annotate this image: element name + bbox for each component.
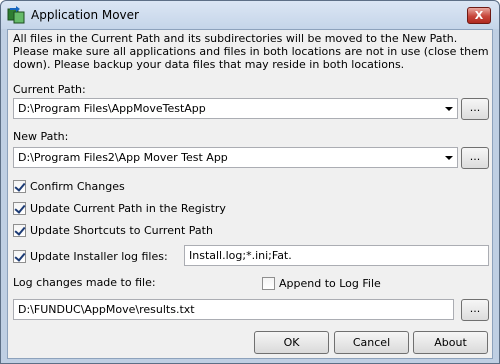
append-log-option[interactable]: Append to Log File (262, 275, 381, 291)
current-path-combobox[interactable]: D:\Program Files\AppMoveTestApp (13, 98, 458, 119)
new-path-combobox[interactable]: D:\Program Files2\App Mover Test App (13, 147, 458, 168)
close-button[interactable]: X (467, 7, 491, 24)
update-shortcuts-label: Update Shortcuts to Current Path (30, 223, 213, 237)
confirm-changes-option[interactable]: Confirm Changes (13, 178, 125, 194)
chevron-down-icon[interactable] (445, 107, 453, 111)
update-registry-label: Update Current Path in the Registry (30, 201, 226, 215)
info-text: All files in the Current Path and its su… (13, 32, 489, 71)
new-path-browse-button[interactable]: ... (461, 147, 489, 169)
update-shortcuts-option[interactable]: Update Shortcuts to Current Path (13, 222, 213, 238)
window-title: Application Mover (31, 8, 139, 22)
app-mover-icon (7, 6, 25, 24)
log-file-browse-button[interactable]: ... (461, 299, 489, 321)
application-mover-window: Application Mover X All files in the Cur… (0, 0, 500, 364)
new-path-label: New Path: (13, 130, 69, 143)
title-bar[interactable]: Application Mover X (1, 1, 499, 29)
update-installer-label: Update Installer log files: (30, 249, 168, 263)
update-registry-checkbox[interactable] (13, 201, 26, 215)
log-changes-label: Log changes made to file: (13, 276, 156, 289)
current-path-value: D:\Program Files\AppMoveTestApp (18, 102, 206, 115)
append-log-checkbox[interactable] (262, 276, 275, 290)
update-shortcuts-checkbox[interactable] (13, 223, 26, 237)
cancel-button[interactable]: Cancel (334, 331, 409, 354)
ok-button[interactable]: OK (254, 331, 329, 354)
log-file-input[interactable]: D:\FUNDUC\AppMove\results.txt (13, 299, 454, 320)
dialog-body: All files in the Current Path and its su… (7, 29, 493, 359)
current-path-label: Current Path: (13, 83, 86, 96)
installer-log-files-input[interactable]: Install.log;*.ini;Fat. (184, 245, 489, 266)
update-installer-option[interactable]: Update Installer log files: (13, 248, 168, 264)
about-button[interactable]: About (413, 331, 488, 354)
current-path-browse-button[interactable]: ... (461, 98, 489, 120)
new-path-value: D:\Program Files2\App Mover Test App (18, 151, 228, 164)
chevron-down-icon[interactable] (445, 156, 453, 160)
update-registry-option[interactable]: Update Current Path in the Registry (13, 200, 226, 216)
confirm-changes-label: Confirm Changes (30, 179, 125, 193)
confirm-changes-checkbox[interactable] (13, 179, 26, 193)
update-installer-checkbox[interactable] (13, 249, 26, 263)
append-log-label: Append to Log File (279, 276, 381, 290)
